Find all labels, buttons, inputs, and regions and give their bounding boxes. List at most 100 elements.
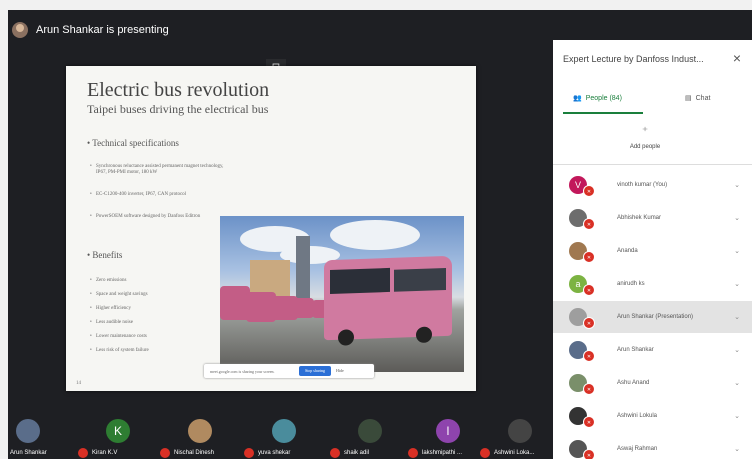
mic-off-icon <box>480 448 490 458</box>
close-icon[interactable]: × <box>730 50 744 66</box>
slide-bullet: Less risk of system failure <box>90 348 226 354</box>
participant-name: Abhishek Kumar <box>617 215 662 221</box>
bus-image <box>324 255 452 346</box>
chevron-down-icon[interactable]: ⌄ <box>734 445 740 453</box>
participant-name: Arun Shankar <box>617 347 654 353</box>
chat-icon: ▤ <box>685 95 692 102</box>
mic-off-icon <box>244 448 254 458</box>
participant-tile[interactable]: Ashwini Loka... <box>480 405 554 459</box>
slide-bullet: PowerSOEM software designed by Danfoss E… <box>90 214 221 220</box>
active-tab-indicator <box>563 112 643 114</box>
tile-name: shaik adil <box>344 450 370 456</box>
hide-button[interactable]: Hide <box>336 366 344 376</box>
bus-photo <box>220 216 464 372</box>
add-people-label: Add people <box>629 144 661 150</box>
avatar <box>188 419 212 443</box>
avatar <box>358 419 382 443</box>
mic-off-icon: ✕ <box>583 218 595 230</box>
mic-off-icon: ✕ <box>583 251 595 263</box>
chevron-down-icon[interactable]: ⌄ <box>734 346 740 354</box>
chevron-down-icon[interactable]: ⌄ <box>734 280 740 288</box>
tile-name: yuva shekar <box>258 450 291 456</box>
mic-off-icon <box>330 448 340 458</box>
chevron-down-icon[interactable]: ⌄ <box>734 313 740 321</box>
tile-name: Kiran K.V <box>92 450 118 456</box>
presentation-slide: Electric bus revolution Taipei buses dri… <box>66 66 476 391</box>
presenting-text: Arun Shankar is presenting <box>36 24 169 36</box>
stop-sharing-button[interactable]: Stop sharing <box>299 366 331 376</box>
mic-off-icon: ✕ <box>583 383 595 395</box>
add-people-button[interactable]: ⁺ Add people <box>625 124 665 150</box>
slide-bullet: EC-C1200-400 inverter, IP67, CAN protoco… <box>90 192 226 198</box>
screen-share-bar: meet.google.com is sharing your screen. … <box>204 364 374 378</box>
chevron-down-icon[interactable]: ⌄ <box>734 181 740 189</box>
mic-off-icon: ✕ <box>583 284 595 296</box>
chevron-down-icon[interactable]: ⌄ <box>734 379 740 387</box>
participant-row[interactable]: a ✕ anirudh ks ⌄ <box>553 268 752 300</box>
tile-name: Arun Shankar <box>10 450 47 456</box>
tab-people-label: People (84) <box>585 94 622 102</box>
mic-off-icon: ✕ <box>583 350 595 362</box>
mic-off-icon: ✕ <box>583 449 595 459</box>
participant-tile[interactable]: Arun Shankar <box>8 405 82 459</box>
avatar <box>272 419 296 443</box>
participant-name: anirudh ks <box>617 281 645 287</box>
participant-row[interactable]: ✕ Aswaj Rahman ⌄ <box>553 433 752 459</box>
tile-name: Ashwini Loka... <box>494 450 535 456</box>
tab-chat-label: Chat <box>695 94 711 102</box>
slide-page-number: 14 <box>76 381 81 386</box>
participant-tile[interactable]: yuva shekar <box>244 405 318 459</box>
participant-tile[interactable]: K Kiran K.V <box>78 405 152 459</box>
add-person-icon: ⁺ <box>641 124 649 138</box>
meet-window: Arun Shankar is presenting ⊡ Electric bu… <box>8 10 752 459</box>
tab-chat[interactable]: ▤ Chat <box>685 94 711 103</box>
participant-name: Aswaj Rahman <box>617 446 658 452</box>
people-panel: Expert Lecture by Danfoss Indust... × 👥 … <box>553 40 752 459</box>
avatar <box>16 419 40 443</box>
chevron-down-icon[interactable]: ⌄ <box>734 247 740 255</box>
mic-off-icon <box>408 448 418 458</box>
presenter-avatar <box>12 22 28 38</box>
tile-name: lakshmipathi ... <box>422 450 463 456</box>
participant-row[interactable]: ✕ Ashu Anand ⌄ <box>553 367 752 399</box>
people-icon: 👥 <box>573 95 582 102</box>
mic-off-icon <box>160 448 170 458</box>
avatar <box>508 419 532 443</box>
participant-name: vinoth kumar (You) <box>617 182 668 188</box>
participant-row[interactable]: ✕ Arun Shankar (Presentation) ⌄ <box>553 301 752 333</box>
tile-name: Nischal Dinesh <box>174 450 215 456</box>
panel-title: Expert Lecture by Danfoss Indust... <box>563 54 704 64</box>
slide-bullet: Synchronous reluctance assisted permanen… <box>90 164 226 176</box>
participant-tile[interactable]: Nischal Dinesh <box>160 405 234 459</box>
chevron-down-icon[interactable]: ⌄ <box>734 412 740 420</box>
participant-row[interactable]: ✕ Arun Shankar ⌄ <box>553 334 752 366</box>
mic-off-icon: ✕ <box>583 317 595 329</box>
slide-subtitle: Taipei buses driving the electrical bus <box>87 102 269 116</box>
participant-row[interactable]: ✕ Ashwini Lokula ⌄ <box>553 400 752 432</box>
tab-people[interactable]: 👥 People (84) <box>573 94 622 103</box>
avatar: K <box>106 419 130 443</box>
slide-bullet: Less audible noise <box>90 320 226 326</box>
presenting-bar: Arun Shankar is presenting <box>8 10 548 50</box>
participant-row[interactable]: ✕ Ananda ⌄ <box>553 235 752 267</box>
screen-photo: Arun Shankar is presenting ⊡ Electric bu… <box>0 0 752 459</box>
slide-bullet: Higher efficiency <box>90 306 226 312</box>
participant-tile[interactable]: l lakshmipathi ... <box>408 405 482 459</box>
share-bar-text: meet.google.com is sharing your screen. <box>210 368 275 374</box>
mic-off-icon: ✕ <box>583 185 595 197</box>
slide-title: Electric bus revolution <box>87 79 270 101</box>
participant-name: Ananda <box>617 248 638 254</box>
slide-section-heading: • Technical specifications <box>87 138 179 148</box>
participant-row[interactable]: V ✕ vinoth kumar (You) ⌄ <box>553 169 752 201</box>
participant-tile[interactable]: shaik adil <box>330 405 404 459</box>
slide-bullet: Zero emissions <box>90 278 226 284</box>
mic-off-icon: ✕ <box>583 416 595 428</box>
slide-bullet: Space and weight savings <box>90 292 226 298</box>
participant-row[interactable]: ✕ Abhishek Kumar ⌄ <box>553 202 752 234</box>
avatar: l <box>436 419 460 443</box>
divider <box>553 164 752 165</box>
mic-off-icon <box>78 448 88 458</box>
chevron-down-icon[interactable]: ⌄ <box>734 214 740 222</box>
participant-name: Arun Shankar (Presentation) <box>617 314 694 320</box>
participant-name: Ashwini Lokula <box>617 413 658 419</box>
